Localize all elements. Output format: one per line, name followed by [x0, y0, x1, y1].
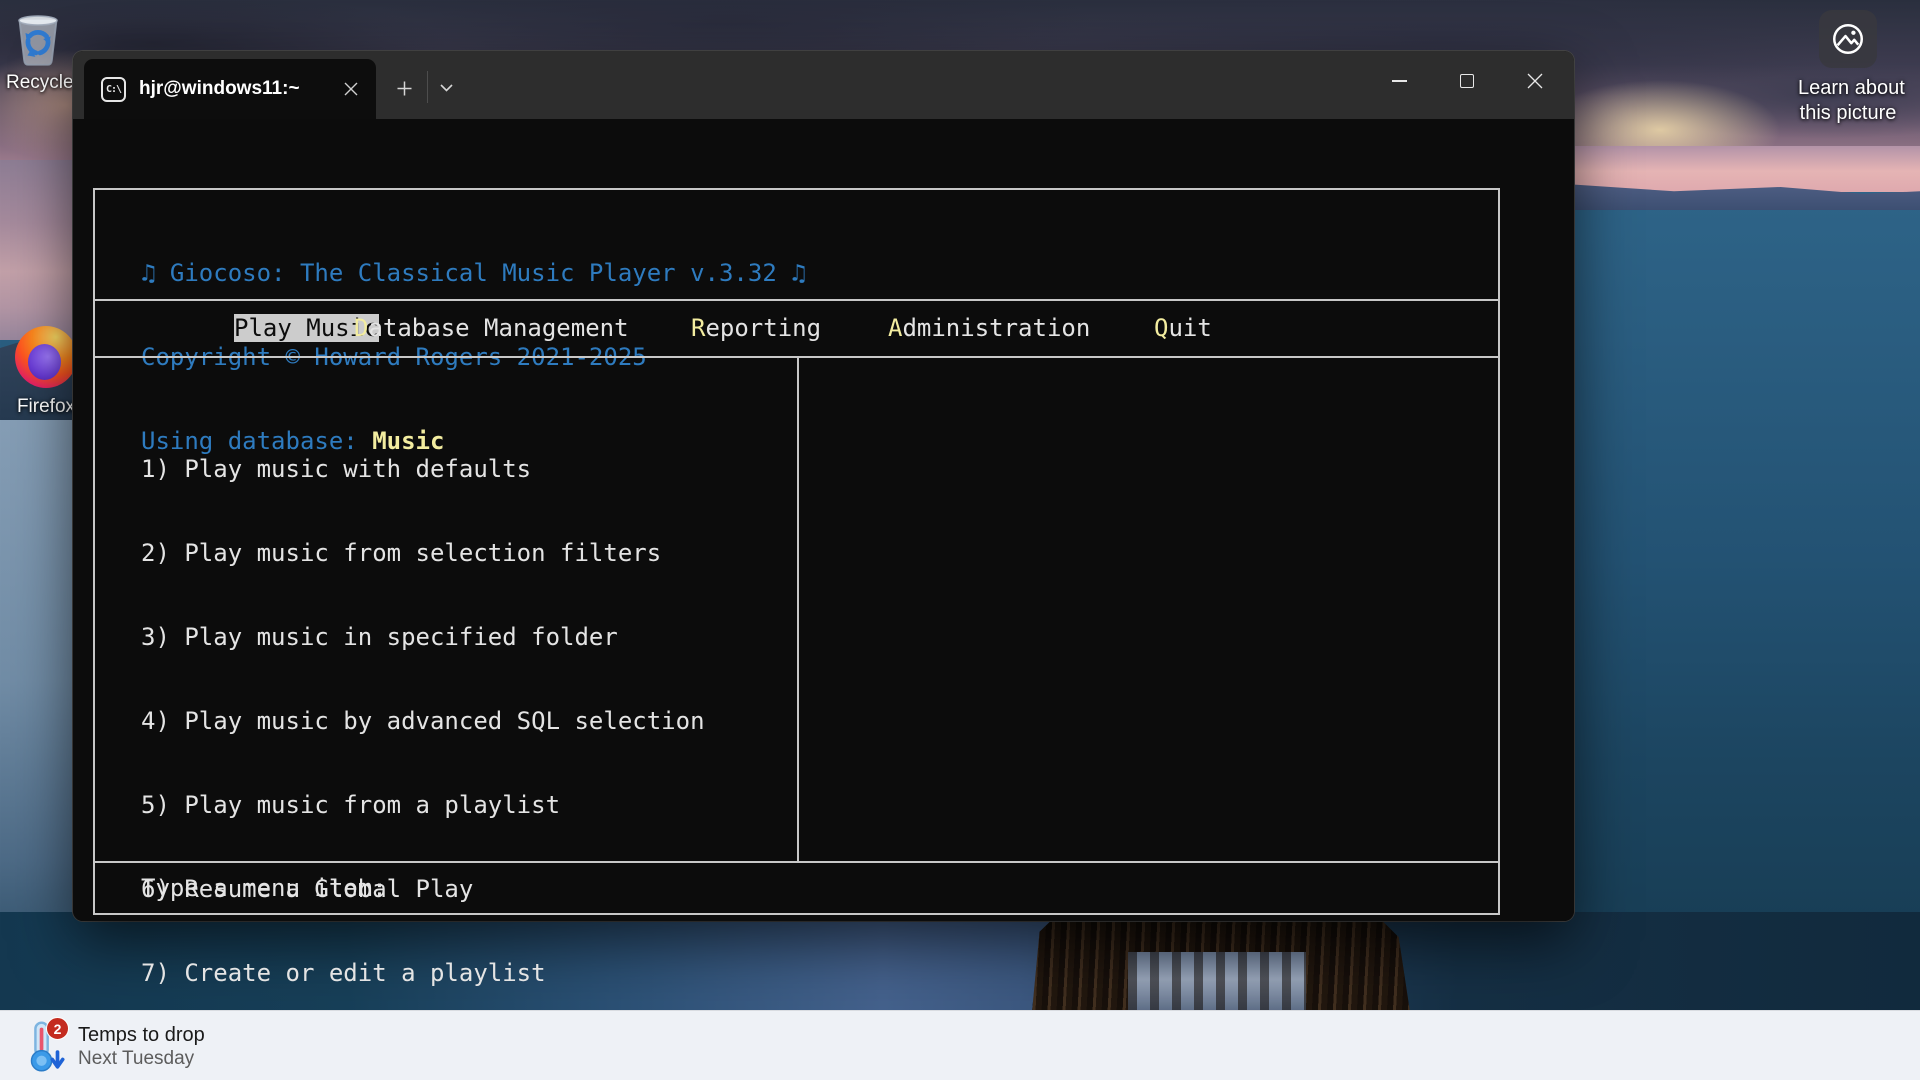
terminal-window: C:\ hjr@windows11:~	[73, 51, 1574, 921]
minimize-icon	[1392, 80, 1407, 82]
maximize-icon	[1460, 74, 1474, 88]
chevron-down-icon	[440, 84, 453, 92]
menu-item-5: 5) Play music from a playlist	[141, 791, 733, 819]
minimize-button[interactable]	[1376, 51, 1422, 111]
menu-item-7: 7) Create or edit a playlist	[141, 959, 733, 987]
new-tab-button[interactable]	[385, 69, 423, 107]
tab-close-button[interactable]	[336, 74, 366, 104]
menu-item-1: 1) Play music with defaults	[141, 455, 733, 483]
window-close-button[interactable]	[1512, 51, 1558, 111]
picture-info-tile	[1819, 10, 1877, 68]
play-music-menu: 1) Play music with defaults 2) Play musi…	[141, 399, 733, 1080]
picture-info-label-1: Learn about	[1798, 76, 1898, 101]
menubar-quit: Quit	[1154, 314, 1212, 342]
weather-alert-badge: 2	[46, 1017, 69, 1040]
app-title: ♫ Giocoso: The Classical Music Player v.…	[141, 259, 806, 287]
taskbar: 2 Temps to drop Next Tuesday	[0, 1010, 1920, 1080]
header-divider	[95, 299, 1498, 301]
weather-subline: Next Tuesday	[78, 1047, 205, 1070]
tab-dropdown-button[interactable]	[429, 69, 463, 107]
weather-texts: Temps to drop Next Tuesday	[78, 1023, 205, 1070]
menu-item-3: 3) Play music in specified folder	[141, 623, 733, 651]
picture-info-icon	[1828, 19, 1868, 59]
menu-prompt: Type a menu item:	[141, 874, 387, 902]
cmd-icon: C:\	[101, 77, 126, 102]
terminal-titlebar[interactable]: C:\ hjr@windows11:~	[73, 51, 1574, 119]
weather-headline: Temps to drop	[78, 1023, 205, 1047]
firefox-icon	[15, 326, 77, 388]
menubar-database-management: Database Management	[354, 314, 629, 342]
terminal-screen[interactable]: ♫ Giocoso: The Classical Music Player v.…	[73, 119, 1574, 921]
menubar-administration: Administration	[888, 314, 1090, 342]
wallpaper-gate-light	[1128, 952, 1306, 1012]
picture-info-label-2: this picture	[1798, 101, 1898, 126]
desktop-screen: Recycle Bin Firefox Learn about this pic…	[0, 0, 1920, 1080]
maximize-button[interactable]	[1444, 51, 1490, 111]
giocoso-tui-frame: ♫ Giocoso: The Classical Music Player v.…	[93, 188, 1500, 915]
recycle-bin-icon	[6, 6, 70, 72]
column-divider	[797, 358, 799, 861]
terminal-tab[interactable]: C:\ hjr@windows11:~	[84, 59, 376, 119]
desktop-icon-picture-info[interactable]: Learn about this picture	[1798, 10, 1898, 126]
weather-widget[interactable]: 2 Temps to drop Next Tuesday	[20, 1017, 280, 1075]
menubar-reporting: Reporting	[691, 314, 821, 342]
new-tab-icon	[397, 81, 412, 96]
tab-separator	[427, 71, 428, 103]
close-icon	[344, 82, 358, 96]
menu-item-4: 4) Play music by advanced SQL selection	[141, 707, 733, 735]
weather-icon-wrap: 2	[20, 1019, 68, 1073]
window-close-icon	[1527, 73, 1543, 89]
prompt-divider	[95, 861, 1498, 863]
menu-item-2: 2) Play music from selection filters	[141, 539, 733, 567]
tab-title: hjr@windows11:~	[139, 78, 336, 100]
